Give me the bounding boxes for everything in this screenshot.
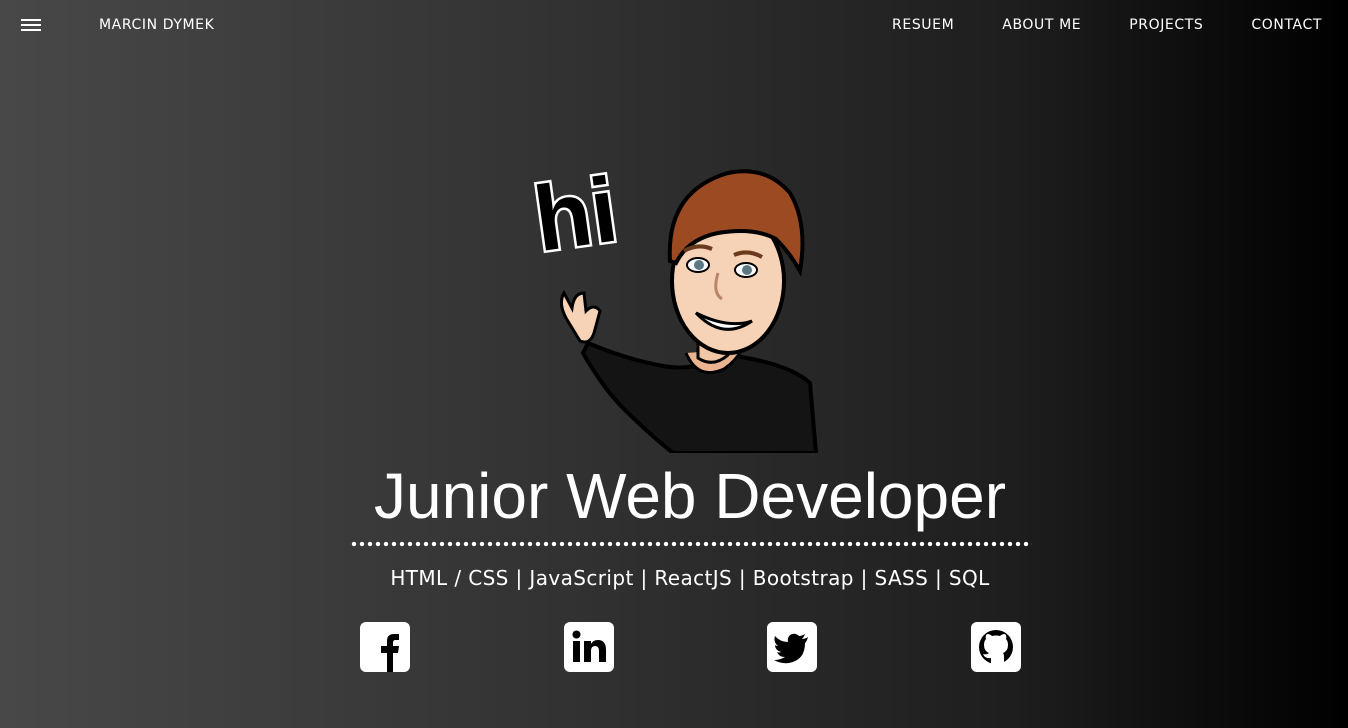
- dotted-divider: [350, 540, 1032, 548]
- bitmoji-avatar: hi: [528, 156, 819, 453]
- page-title: Junior Web Developer: [373, 460, 1007, 532]
- top-navbar: MARCIN DYMEK RESUEM ABOUT ME PROJECTS CO…: [0, 0, 1348, 52]
- nav-link-about-me[interactable]: ABOUT ME: [1002, 17, 1081, 33]
- skills-list: HTML / CSS | JavaScript | ReactJS | Boot…: [390, 566, 990, 590]
- hamburger-menu-icon[interactable]: [21, 19, 41, 35]
- main-nav: RESUEM ABOUT ME PROJECTS CONTACT: [844, 17, 1322, 33]
- github-icon[interactable]: [971, 622, 1021, 672]
- avatar-hi-text: hi: [528, 159, 623, 271]
- social-links: [360, 622, 1022, 672]
- brand-name[interactable]: MARCIN DYMEK: [99, 17, 214, 33]
- nav-link-projects[interactable]: PROJECTS: [1129, 17, 1203, 33]
- nav-link-resume[interactable]: RESUEM: [892, 17, 954, 33]
- facebook-icon[interactable]: [360, 622, 410, 672]
- nav-link-contact[interactable]: CONTACT: [1251, 17, 1322, 33]
- linkedin-icon[interactable]: [564, 622, 614, 672]
- twitter-icon[interactable]: [767, 622, 817, 672]
